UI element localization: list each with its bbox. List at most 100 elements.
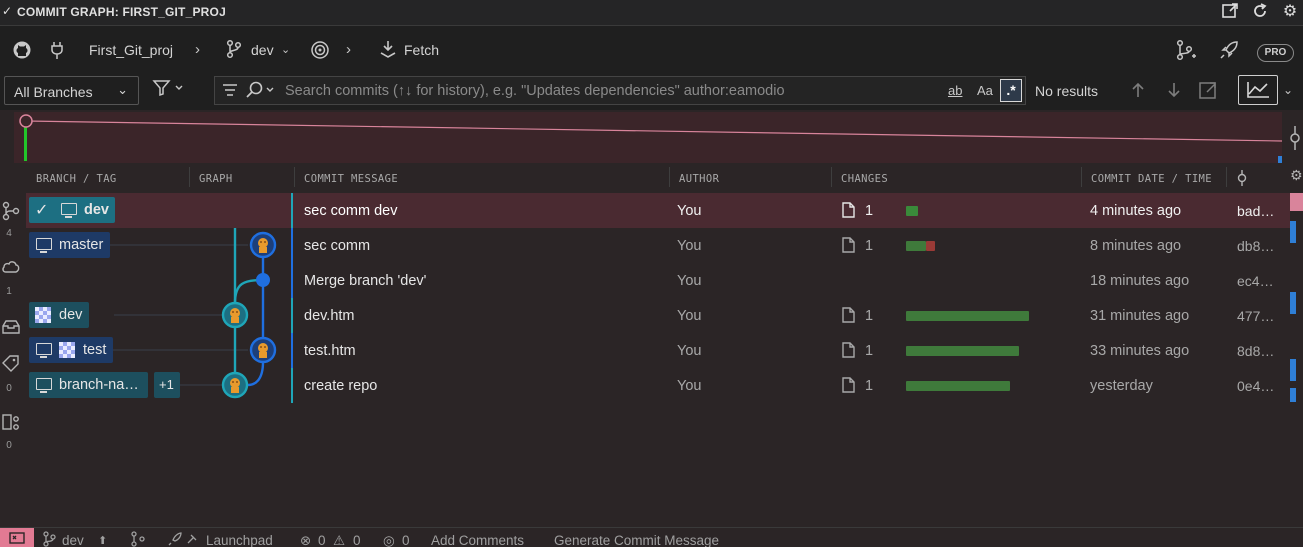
file-icon xyxy=(842,202,855,218)
filter-lines-icon[interactable] xyxy=(221,81,239,104)
lane-indicator xyxy=(291,298,293,333)
branch-pill-dev[interactable]: ✓ dev xyxy=(29,197,115,223)
commit-message: sec comm dev xyxy=(304,203,398,219)
publish-arrow-icon[interactable]: ⬆ xyxy=(98,534,107,547)
status-branch[interactable]: dev xyxy=(62,533,84,547)
branch-label: master xyxy=(59,237,104,253)
column-divider[interactable] xyxy=(831,167,832,187)
target-icon[interactable] xyxy=(310,40,330,65)
github-icon[interactable] xyxy=(12,40,32,65)
activity-minimap[interactable] xyxy=(14,112,1282,163)
open-in-view-icon[interactable] xyxy=(1198,80,1218,105)
filter-icon[interactable] xyxy=(152,78,184,102)
worktrees-icon[interactable] xyxy=(0,412,22,437)
file-icon xyxy=(842,377,855,393)
column-divider[interactable] xyxy=(189,167,190,187)
scroll-marker xyxy=(1290,359,1296,381)
remotes-cloud-icon[interactable] xyxy=(0,258,22,281)
commit-row[interactable]: branch-na… +1 create repo You 1 yesterda… xyxy=(26,368,1290,403)
error-count[interactable]: 0 xyxy=(318,533,326,547)
create-branch-icon[interactable] xyxy=(1175,39,1197,66)
commit-row[interactable]: dev dev.htm You 1 31 minutes ago 477… xyxy=(26,298,1290,333)
commit-sha[interactable]: 8d8… xyxy=(1237,343,1274,359)
commit-sha[interactable]: bad… xyxy=(1237,203,1274,219)
column-divider[interactable] xyxy=(1081,167,1082,187)
column-commit-date[interactable]: COMMIT DATE / TIME xyxy=(1091,173,1212,185)
branches-icon[interactable] xyxy=(0,200,22,227)
tags-icon[interactable] xyxy=(0,354,22,377)
branch-pill-dev[interactable]: dev xyxy=(29,302,89,328)
fetch-icon[interactable] xyxy=(379,39,397,64)
column-author[interactable]: AUTHOR xyxy=(679,173,719,185)
error-icon[interactable]: ⊗ xyxy=(300,533,311,547)
minimap-toggle-button[interactable] xyxy=(1238,75,1278,105)
open-external-icon[interactable] xyxy=(1220,2,1240,22)
commit-sha-column-icon[interactable] xyxy=(1235,169,1249,192)
ports-count[interactable]: 0 xyxy=(402,533,410,547)
additions-bar xyxy=(906,241,926,251)
stashes-icon[interactable] xyxy=(0,318,22,341)
commit-row[interactable]: master sec comm You 1 8 minutes ago db8… xyxy=(26,228,1290,263)
file-icon xyxy=(842,237,855,253)
branch-pill-branch-name[interactable]: branch-na… xyxy=(29,372,148,398)
column-divider[interactable] xyxy=(294,167,295,187)
commit-author: You xyxy=(677,308,702,324)
branch-pill-test[interactable]: test xyxy=(29,337,113,363)
search-icon[interactable] xyxy=(245,80,279,105)
local-branch-icon xyxy=(61,203,77,218)
worktrees-count: 0 xyxy=(6,440,12,451)
column-divider[interactable] xyxy=(1226,167,1227,187)
match-case-toggle[interactable]: Aa xyxy=(977,83,993,98)
remote-indicator[interactable] xyxy=(0,528,34,547)
add-comments-button[interactable]: Add Comments xyxy=(431,533,524,547)
settings-gear-icon[interactable]: ⚙ xyxy=(1280,2,1300,22)
commit-row[interactable]: Merge branch 'dev' You 18 minutes ago ec… xyxy=(26,263,1290,298)
commit-date: 18 minutes ago xyxy=(1090,273,1190,289)
commit-row[interactable]: test test.htm You 1 33 minutes ago 8d8… xyxy=(26,333,1290,368)
refresh-icon[interactable] xyxy=(1250,2,1270,22)
column-changes[interactable]: CHANGES xyxy=(841,173,888,185)
match-whole-word-toggle[interactable]: ab xyxy=(948,83,962,98)
launchpad-rocket-icon[interactable] xyxy=(168,531,200,547)
arrow-down-icon[interactable] xyxy=(1166,81,1182,104)
commit-author: You xyxy=(677,343,702,359)
avatar xyxy=(59,342,75,358)
regex-toggle[interactable]: .* xyxy=(1000,79,1022,102)
generate-commit-message-button[interactable]: Generate Commit Message xyxy=(554,533,719,547)
column-branch-tag[interactable]: BRANCH / TAG xyxy=(36,173,117,185)
warning-icon[interactable]: ⚠ xyxy=(333,533,345,547)
commit-sha[interactable]: db8… xyxy=(1237,238,1274,254)
commit-sha[interactable]: ec4… xyxy=(1237,273,1274,289)
chevron-down-icon[interactable]: ⌄ xyxy=(281,43,290,56)
fetch-button[interactable]: Fetch xyxy=(404,42,439,58)
commit-sha[interactable]: 477… xyxy=(1237,308,1274,324)
arrow-up-icon[interactable] xyxy=(1130,81,1146,104)
pro-badge[interactable]: PRO xyxy=(1257,44,1294,62)
search-input[interactable] xyxy=(285,82,925,100)
graph-branch-icon[interactable] xyxy=(130,531,146,547)
more-branches-badge[interactable]: +1 xyxy=(154,372,180,398)
launchpad-label[interactable]: Launchpad xyxy=(206,533,273,547)
commit-sha[interactable]: 0e4… xyxy=(1237,378,1274,394)
chevron-down-icon[interactable]: ⌄ xyxy=(1283,83,1293,97)
scroll-marker-selected xyxy=(1290,193,1303,211)
launchpad-rocket-icon[interactable] xyxy=(1218,39,1240,66)
plug-icon[interactable] xyxy=(50,40,64,65)
branch-filter-select[interactable]: All Branches ⌄ xyxy=(4,76,139,105)
ports-icon[interactable]: ◎ xyxy=(383,533,395,547)
column-header: BRANCH / TAG GRAPH COMMIT MESSAGE AUTHOR… xyxy=(26,163,1303,191)
column-divider[interactable] xyxy=(669,167,670,187)
warning-count[interactable]: 0 xyxy=(353,533,361,547)
commit-row[interactable]: ✓ dev sec comm dev You 1 4 minutes ago b… xyxy=(26,193,1290,228)
file-icon xyxy=(842,307,855,323)
collapse-chevron-icon[interactable]: ✓ xyxy=(2,4,12,18)
current-branch[interactable]: dev xyxy=(251,42,274,58)
repo-name[interactable]: First_Git_proj xyxy=(89,42,173,58)
panel-title-bar: ✓ COMMIT GRAPH: FIRST_GIT_PROJ ⚙ xyxy=(0,0,1303,26)
commit-graph-panel: ✓ COMMIT GRAPH: FIRST_GIT_PROJ ⚙ First_G… xyxy=(0,0,1303,547)
column-commit-message[interactable]: COMMIT MESSAGE xyxy=(304,173,398,185)
column-settings-gear-icon[interactable]: ⚙ xyxy=(1290,167,1303,184)
column-graph[interactable]: GRAPH xyxy=(199,173,233,185)
branch-pill-master[interactable]: master xyxy=(29,232,110,258)
graph-toolbar: First_Git_proj › dev ⌄ › Fetch PRO xyxy=(0,26,1303,74)
